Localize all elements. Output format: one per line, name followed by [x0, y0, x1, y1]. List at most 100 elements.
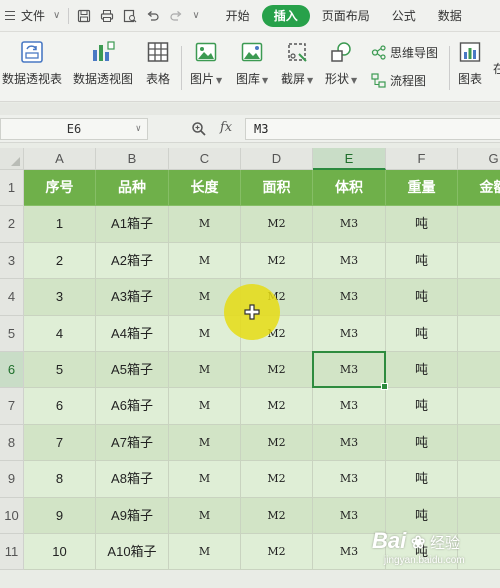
header-cell[interactable]: 面积 [241, 170, 313, 207]
table-cell[interactable]: 吨 [386, 315, 458, 352]
table-cell[interactable] [458, 279, 500, 316]
table-cell[interactable]: M [169, 388, 241, 425]
pivot-table-button[interactable]: 数据透视表 [2, 40, 62, 87]
table-cell[interactable]: 4 [24, 315, 96, 352]
table-cell[interactable]: M3 [313, 388, 386, 425]
preview-icon[interactable] [123, 9, 137, 23]
table-cell[interactable]: M2 [241, 461, 313, 498]
mindmap-button[interactable]: 思维导图 [371, 44, 438, 61]
save-icon[interactable] [77, 9, 91, 23]
table-cell[interactable]: A7箱子 [96, 424, 169, 462]
table-cell[interactable]: 6 [24, 388, 96, 425]
picture-button[interactable]: 图片 ▼ [190, 40, 222, 87]
column-header-f[interactable]: F [386, 148, 458, 170]
name-box[interactable]: E6 ∨ [0, 118, 148, 140]
table-cell[interactable]: M2 [241, 206, 313, 243]
row-header-4[interactable]: 4 [0, 279, 24, 316]
chevron-down-icon[interactable]: ∨ [136, 119, 141, 139]
table-cell[interactable]: M3 [313, 206, 386, 243]
header-cell[interactable]: 品种 [96, 170, 169, 207]
row-header-5[interactable]: 5 [0, 315, 24, 352]
select-all-corner[interactable] [0, 148, 24, 170]
table-cell[interactable]: 吨 [386, 206, 458, 243]
header-cell[interactable]: 序号 [24, 170, 96, 207]
column-header-g[interactable]: G [458, 148, 500, 170]
table-cell[interactable]: M3 [313, 352, 386, 389]
tab-home[interactable]: 开始 [216, 5, 260, 27]
table-cell[interactable]: 吨 [386, 388, 458, 425]
table-cell[interactable]: M2 [241, 497, 313, 534]
table-cell[interactable]: 吨 [386, 461, 458, 498]
table-cell[interactable]: M [169, 424, 241, 462]
row-header-10[interactable]: 10 [0, 497, 24, 534]
column-header-d[interactable]: D [241, 148, 313, 170]
header-cell[interactable]: 长度 [169, 170, 241, 207]
row-header-8[interactable]: 8 [0, 424, 24, 462]
column-header-b[interactable]: B [96, 148, 169, 170]
table-cell[interactable]: M [169, 206, 241, 243]
table-cell[interactable]: 3 [24, 279, 96, 316]
table-cell[interactable]: 9 [24, 497, 96, 534]
table-cell[interactable]: A9箱子 [96, 497, 169, 534]
screenshot-button[interactable]: 截屏 ▼ [281, 40, 313, 87]
file-menu[interactable]: 文件 ∨ [0, 0, 60, 31]
column-header-a[interactable]: A [24, 148, 96, 170]
table-cell[interactable]: A1箱子 [96, 206, 169, 243]
table-cell[interactable]: M [169, 461, 241, 498]
table-cell[interactable]: A2箱子 [96, 242, 169, 280]
gallery-button[interactable]: 图库 ▼ [236, 40, 268, 87]
table-cell[interactable]: M2 [241, 242, 313, 280]
chart-button[interactable]: 图表 [458, 40, 482, 87]
table-cell[interactable]: A6箱子 [96, 388, 169, 425]
table-cell[interactable] [458, 315, 500, 352]
table-cell[interactable]: 吨 [386, 242, 458, 280]
table-cell[interactable]: 2 [24, 242, 96, 280]
table-cell[interactable] [458, 242, 500, 280]
table-cell[interactable]: 吨 [386, 352, 458, 389]
table-cell[interactable]: 吨 [386, 279, 458, 316]
table-cell[interactable]: M3 [313, 279, 386, 316]
column-header-c[interactable]: C [169, 148, 241, 170]
pivot-chart-button[interactable]: 数据透视图 [73, 40, 133, 87]
table-cell[interactable] [458, 352, 500, 389]
table-cell[interactable] [458, 497, 500, 534]
header-cell[interactable]: 体积 [313, 170, 386, 207]
column-header-e[interactable]: E [313, 148, 386, 170]
table-cell[interactable]: A10箱子 [96, 534, 169, 571]
row-header-2[interactable]: 2 [0, 206, 24, 243]
table-cell[interactable]: M3 [313, 424, 386, 462]
fx-button[interactable]: fx [220, 120, 232, 135]
table-cell[interactable]: 5 [24, 352, 96, 389]
tab-data[interactable]: 数据 [428, 5, 472, 27]
row-header-1[interactable]: 1 [0, 170, 24, 207]
shapes-button[interactable]: 形状 ▼ [325, 40, 357, 87]
formula-input[interactable]: M3 [245, 118, 500, 140]
table-cell[interactable]: M [169, 534, 241, 571]
table-cell[interactable]: A4箱子 [96, 315, 169, 352]
header-cell[interactable]: 重量 [386, 170, 458, 207]
row-header-11[interactable]: 11 [0, 534, 24, 571]
table-cell[interactable]: 吨 [386, 424, 458, 462]
print-icon[interactable] [100, 9, 114, 23]
flowchart-button[interactable]: 流程图 [371, 72, 426, 89]
table-cell[interactable]: M2 [241, 388, 313, 425]
table-cell[interactable]: 8 [24, 461, 96, 498]
table-cell[interactable]: A3箱子 [96, 279, 169, 316]
table-cell[interactable]: 7 [24, 424, 96, 462]
more-button[interactable]: 在 [493, 60, 500, 77]
table-cell[interactable]: M3 [313, 242, 386, 280]
table-cell[interactable] [458, 206, 500, 243]
zoom-icon[interactable] [191, 121, 207, 141]
table-cell[interactable]: A8箱子 [96, 461, 169, 498]
table-cell[interactable]: M2 [241, 534, 313, 571]
row-header-6[interactable]: 6 [0, 352, 24, 389]
row-header-7[interactable]: 7 [0, 388, 24, 425]
table-button[interactable]: 表格 [146, 40, 170, 87]
table-cell[interactable]: A5箱子 [96, 352, 169, 389]
table-cell[interactable]: M [169, 497, 241, 534]
table-cell[interactable]: M [169, 242, 241, 280]
table-cell[interactable]: M [169, 352, 241, 389]
row-header-9[interactable]: 9 [0, 461, 24, 498]
table-cell[interactable]: 1 [24, 206, 96, 243]
redo-icon[interactable] [169, 9, 183, 23]
